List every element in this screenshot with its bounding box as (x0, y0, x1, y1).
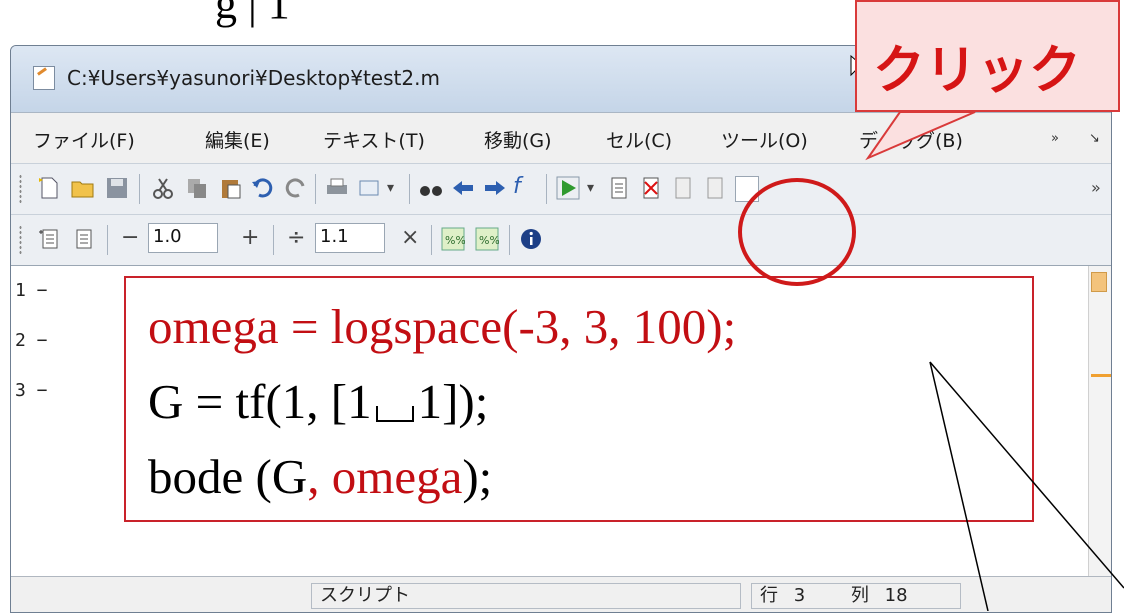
pointer-line-right (929, 361, 1124, 589)
pointer-line-left (929, 361, 989, 611)
callout-tail (865, 111, 976, 161)
callout-text: クリック (873, 41, 1082, 101)
run-highlight-circle (738, 178, 856, 286)
